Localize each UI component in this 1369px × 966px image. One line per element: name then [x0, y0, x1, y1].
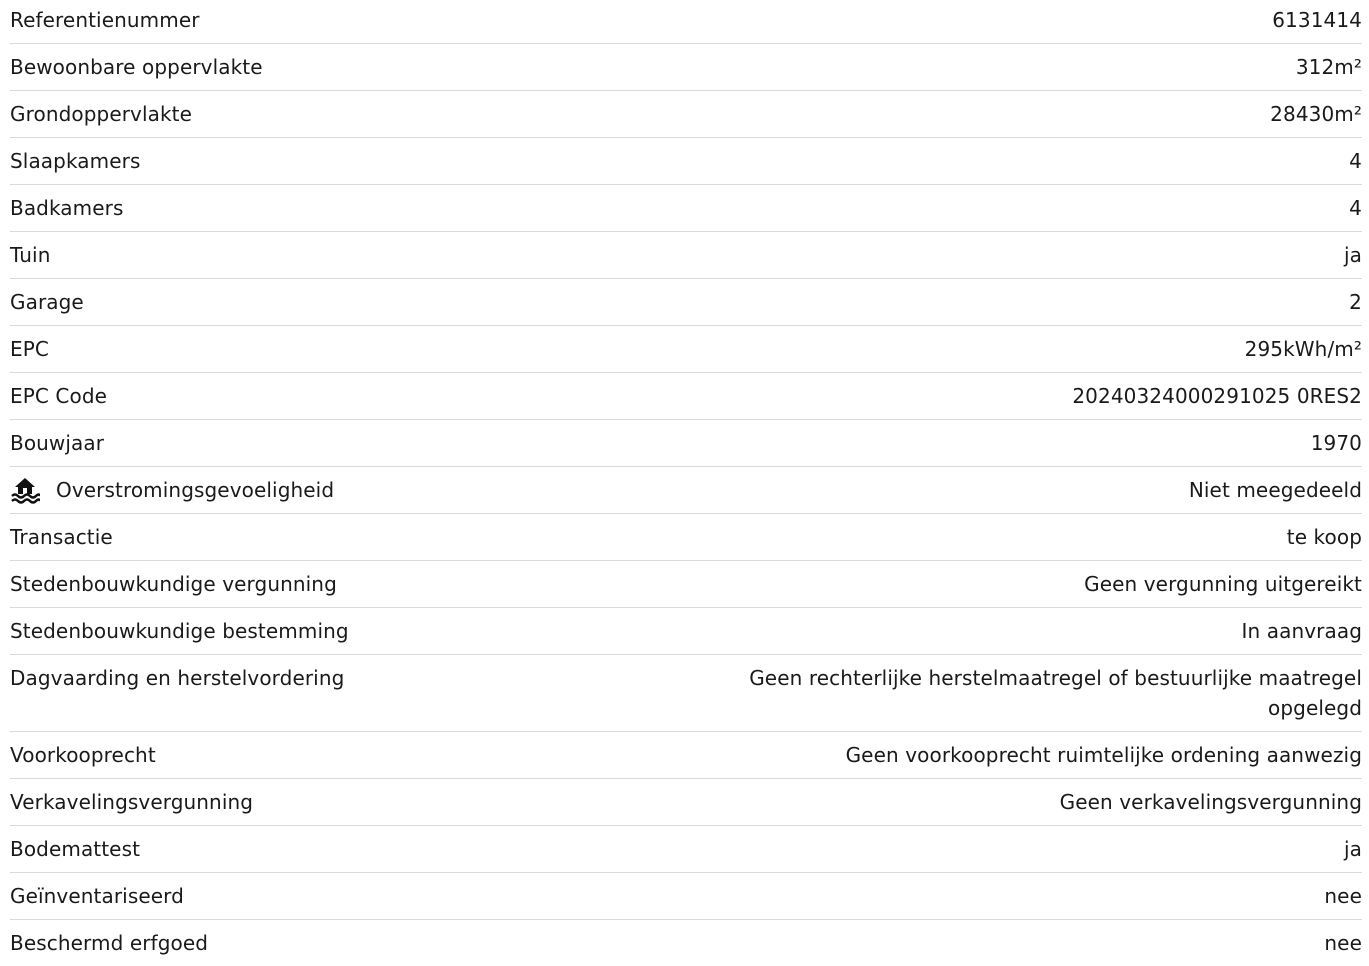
- spec-label-with-icon: Overstromingsgevoeligheid: [10, 475, 334, 505]
- spec-value: Geen vergunning uitgereikt: [1084, 572, 1362, 596]
- spec-row-dagvaarding-en-herstelvordering: Dagvaarding en herstelvordering Geen rec…: [10, 655, 1362, 732]
- spec-label: EPC: [10, 337, 49, 361]
- spec-value: ja: [1343, 243, 1362, 267]
- spec-value: In aanvraag: [1241, 619, 1362, 643]
- spec-value: 20240324000291025 0RES2: [1072, 384, 1362, 408]
- spec-row-verkavelingsvergunning: Verkavelingsvergunning Geen verkavelings…: [10, 779, 1362, 826]
- spec-row-referentienummer: Referentienummer 6131414: [10, 0, 1362, 44]
- spec-value: 6131414: [1272, 8, 1362, 32]
- spec-row-transactie: Transactie te koop: [10, 514, 1362, 561]
- spec-label: Slaapkamers: [10, 149, 141, 173]
- spec-row-beschermd-erfgoed: Beschermd erfgoed nee: [10, 920, 1362, 966]
- spec-value: Geen voorkooprecht ruimtelijke ordening …: [845, 743, 1362, 767]
- spec-value: 312m²: [1295, 55, 1362, 79]
- spec-value: 4: [1349, 149, 1362, 173]
- spec-label: Bewoonbare oppervlakte: [10, 55, 263, 79]
- spec-value: Niet meegedeeld: [1188, 478, 1362, 502]
- spec-label: Bouwjaar: [10, 431, 105, 455]
- spec-row-geinventariseerd: Geïnventariseerd nee: [10, 873, 1362, 920]
- spec-value: 2: [1349, 290, 1362, 314]
- spec-value: 295kWh/m²: [1244, 337, 1362, 361]
- spec-label: Voorkooprecht: [10, 743, 156, 767]
- spec-value: te koop: [1286, 525, 1362, 549]
- spec-label: Stedenbouwkundige bestemming: [10, 619, 349, 643]
- spec-label: Beschermd erfgoed: [10, 931, 209, 955]
- spec-row-bewoonbare-oppervlakte: Bewoonbare oppervlakte 312m²: [10, 44, 1362, 91]
- spec-row-voorkooprecht: Voorkooprecht Geen voorkooprecht ruimtel…: [10, 732, 1362, 779]
- spec-row-overstromingsgevoeligheid: Overstromingsgevoeligheid Niet meegedeel…: [10, 467, 1362, 514]
- spec-value: nee: [1324, 931, 1362, 955]
- spec-label: EPC Code: [10, 384, 108, 408]
- flood-house-icon: [10, 476, 42, 504]
- spec-row-bouwjaar: Bouwjaar 1970: [10, 420, 1362, 467]
- spec-value: 28430m²: [1270, 102, 1362, 126]
- spec-label: Badkamers: [10, 196, 124, 220]
- spec-value: Geen rechterlijke herstelmaatregel of be…: [749, 666, 1362, 720]
- spec-row-stedenbouwkundige-bestemming: Stedenbouwkundige bestemming In aanvraag: [10, 608, 1362, 655]
- spec-value: ja: [1343, 837, 1362, 861]
- spec-label: Grondoppervlakte: [10, 102, 193, 126]
- spec-value: nee: [1324, 884, 1362, 908]
- spec-label: Overstromingsgevoeligheid: [56, 478, 335, 502]
- spec-row-epc-code: EPC Code 20240324000291025 0RES2: [10, 373, 1362, 420]
- spec-row-bodemattest: Bodemattest ja: [10, 826, 1362, 873]
- spec-row-grondoppervlakte: Grondoppervlakte 28430m²: [10, 91, 1362, 138]
- spec-row-tuin: Tuin ja: [10, 232, 1362, 279]
- spec-label: Stedenbouwkundige vergunning: [10, 572, 337, 596]
- spec-value: Geen verkavelingsvergunning: [1059, 790, 1362, 814]
- spec-value: 4: [1349, 196, 1362, 220]
- spec-label: Bodemattest: [10, 837, 141, 861]
- spec-label: Referentienummer: [10, 8, 200, 32]
- spec-row-stedenbouwkundige-vergunning: Stedenbouwkundige vergunning Geen vergun…: [10, 561, 1362, 608]
- spec-row-badkamers: Badkamers 4: [10, 185, 1362, 232]
- spec-row-slaapkamers: Slaapkamers 4: [10, 138, 1362, 185]
- spec-row-garage: Garage 2: [10, 279, 1362, 326]
- spec-label: Transactie: [10, 525, 113, 549]
- spec-label: Garage: [10, 290, 84, 314]
- spec-row-epc: EPC 295kWh/m²: [10, 326, 1362, 373]
- spec-value: 1970: [1310, 431, 1362, 455]
- spec-label: Verkavelingsvergunning: [10, 790, 254, 814]
- spec-label: Dagvaarding en herstelvordering: [10, 666, 345, 690]
- spec-label: Tuin: [10, 243, 51, 267]
- property-specifications: Referentienummer 6131414 Bewoonbare oppe…: [10, 0, 1362, 966]
- spec-label: Geïnventariseerd: [10, 884, 184, 908]
